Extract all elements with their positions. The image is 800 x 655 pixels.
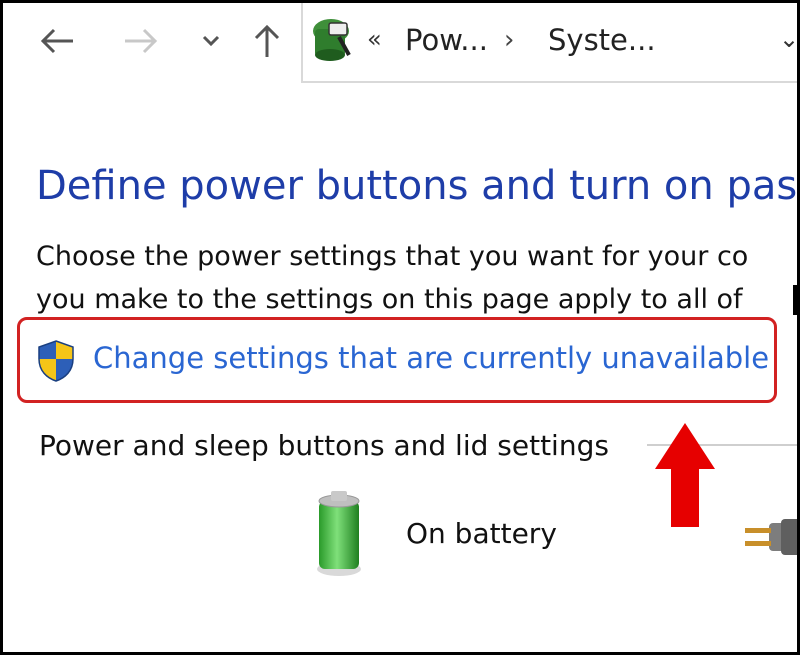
section-header-power-buttons: Power and sleep buttons and lid settings (39, 429, 609, 462)
battery-icon (317, 491, 361, 576)
recent-locations-button[interactable] (191, 21, 231, 61)
change-unavailable-settings-link[interactable]: Change settings that are currently unava… (93, 341, 769, 375)
arrow-up-icon (254, 24, 280, 57)
breadcrumb-overflow[interactable]: « (367, 25, 382, 53)
breadcrumb-power-options[interactable]: Pow... (405, 23, 488, 57)
explorer-toolbar: « Pow... › Syste... ⌄ (3, 3, 797, 83)
on-battery-label: On battery (406, 517, 557, 550)
breadcrumb-separator[interactable]: › (504, 25, 514, 55)
uac-shield-icon[interactable] (36, 339, 76, 383)
chevron-down-icon (202, 35, 220, 47)
description-line: Choose the power settings that you want … (36, 241, 749, 272)
red-up-arrow-icon (655, 423, 715, 527)
page-description: Choose the power settings that you want … (36, 235, 748, 321)
arrow-left-icon (40, 28, 73, 54)
arrow-right-icon (125, 28, 158, 54)
page-title: Define power buttons and turn on passw (36, 163, 800, 209)
address-bar[interactable]: « Pow... › Syste... ⌄ (301, 3, 797, 83)
address-dropdown-icon[interactable]: ⌄ (779, 25, 797, 53)
description-line: you make to the settings on this page ap… (36, 284, 743, 315)
forward-button[interactable] (121, 21, 161, 61)
up-button[interactable] (247, 21, 287, 61)
window-frame: « Pow... › Syste... ⌄ Define power butto… (0, 0, 800, 655)
change-settings-row: Change settings that are currently unava… (17, 317, 777, 403)
power-options-icon (313, 19, 351, 61)
scrollbar-fragment (793, 285, 797, 315)
back-button[interactable] (37, 21, 77, 61)
power-plug-icon (745, 519, 797, 555)
breadcrumb-system-settings[interactable]: Syste... (548, 23, 656, 57)
